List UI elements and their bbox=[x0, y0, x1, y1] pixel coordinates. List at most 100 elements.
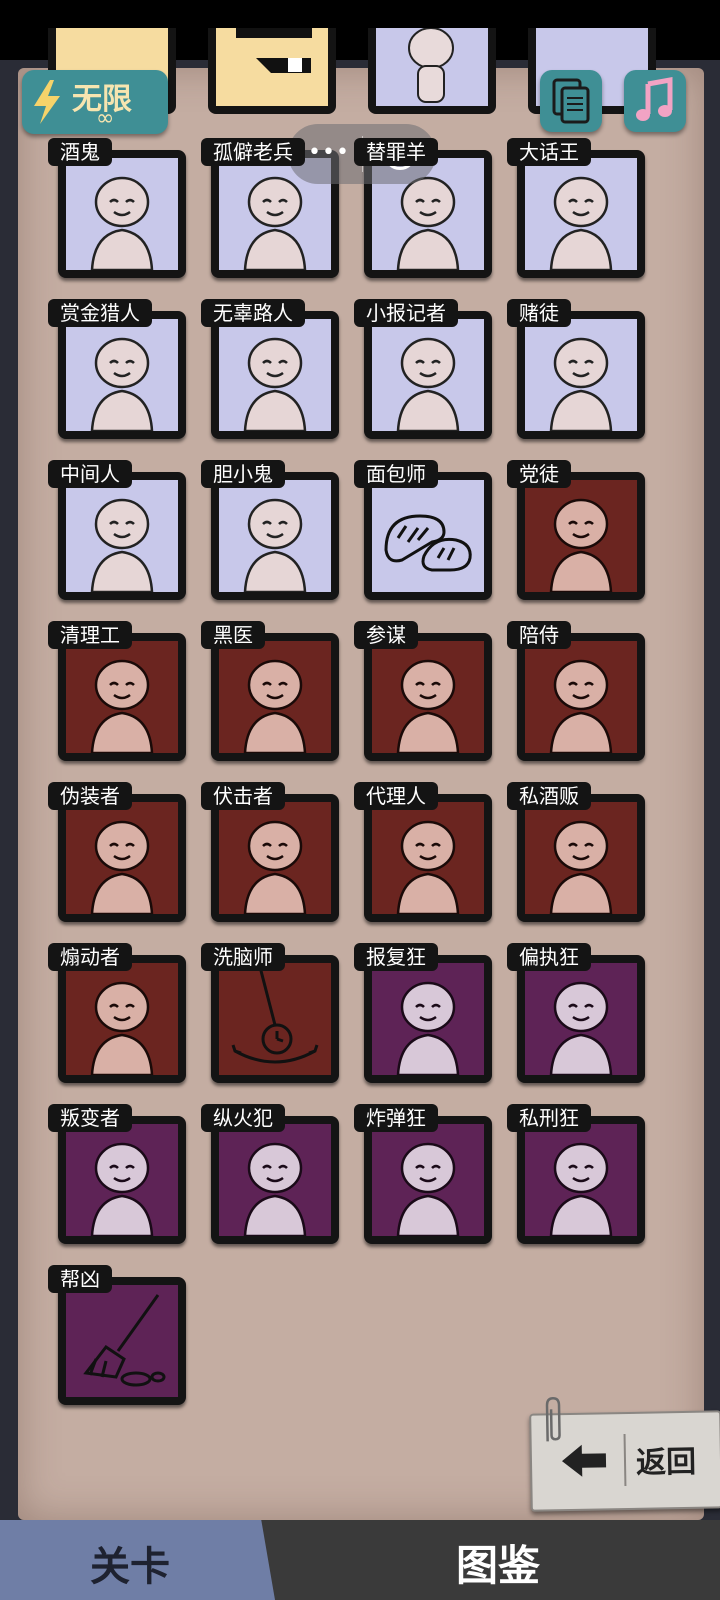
role-name: 无辜路人 bbox=[201, 299, 305, 327]
role-card[interactable]: 洗脑师 bbox=[201, 943, 339, 1089]
role-name: 赌徒 bbox=[507, 299, 571, 327]
role-name: 替罪羊 bbox=[354, 138, 438, 166]
role-card[interactable]: 伪装者 bbox=[48, 782, 186, 928]
role-name: 叛变者 bbox=[48, 1104, 132, 1132]
bystander-art-icon bbox=[219, 319, 331, 431]
figure-icon bbox=[408, 27, 454, 103]
role-name: 洗脑师 bbox=[201, 943, 285, 971]
role-card[interactable]: 中间人 bbox=[48, 460, 186, 606]
tab-levels-label: 关卡 bbox=[90, 1544, 170, 1590]
role-card[interactable]: 报复狂 bbox=[354, 943, 492, 1089]
role-card[interactable]: 私酒贩 bbox=[507, 782, 645, 928]
drunkard-art-icon bbox=[66, 158, 178, 270]
reporter-art-icon bbox=[372, 319, 484, 431]
gambler-art-icon bbox=[525, 319, 637, 431]
back-button[interactable]: 返回 bbox=[529, 1397, 720, 1512]
agent-art-icon bbox=[372, 802, 484, 914]
role-card[interactable]: 纵火犯 bbox=[201, 1104, 339, 1250]
hand-card-icon bbox=[236, 28, 312, 73]
partial-card[interactable] bbox=[368, 27, 496, 114]
role-name: 煽动者 bbox=[48, 943, 132, 971]
notes-button[interactable] bbox=[540, 70, 602, 132]
card-frame bbox=[58, 955, 186, 1083]
escort-art-icon bbox=[525, 641, 637, 753]
role-name: 私刑狂 bbox=[507, 1104, 591, 1132]
black-doctor-art-icon bbox=[219, 641, 331, 753]
paperclip-icon bbox=[545, 1397, 561, 1442]
role-name: 胆小鬼 bbox=[201, 460, 285, 488]
bounty-hunter-art-icon bbox=[66, 319, 178, 431]
card-frame bbox=[364, 1116, 492, 1244]
bootlegger-art-icon bbox=[525, 802, 637, 914]
role-name: 伪装者 bbox=[48, 782, 132, 810]
role-card[interactable]: 黑医 bbox=[201, 621, 339, 767]
music-button[interactable] bbox=[624, 70, 686, 132]
role-card[interactable]: 陪侍 bbox=[507, 621, 645, 767]
boaster-art-icon bbox=[525, 158, 637, 270]
role-card[interactable]: 赏金猎人 bbox=[48, 299, 186, 445]
role-card[interactable]: 参谋 bbox=[354, 621, 492, 767]
role-name: 参谋 bbox=[354, 621, 418, 649]
role-name: 孤僻老兵 bbox=[201, 138, 305, 166]
role-name: 党徒 bbox=[507, 460, 571, 488]
card-frame bbox=[211, 472, 339, 600]
role-card[interactable]: 赌徒 bbox=[507, 299, 645, 445]
back-label: 返回 bbox=[635, 1444, 697, 1481]
role-card[interactable]: 私刑狂 bbox=[507, 1104, 645, 1250]
music-note-icon bbox=[636, 77, 673, 121]
disguiser-art-icon bbox=[66, 802, 178, 914]
role-name: 陪侍 bbox=[507, 621, 571, 649]
coward-art-icon bbox=[219, 480, 331, 592]
role-name: 报复狂 bbox=[354, 943, 438, 971]
cleaner-art-icon bbox=[66, 641, 178, 753]
card-frame bbox=[211, 794, 339, 922]
more-icon[interactable]: ••• bbox=[308, 140, 350, 165]
card-frame bbox=[517, 955, 645, 1083]
role-card[interactable]: 偏执狂 bbox=[507, 943, 645, 1089]
card-frame bbox=[517, 311, 645, 439]
role-name: 清理工 bbox=[48, 621, 132, 649]
role-name: 伏击者 bbox=[201, 782, 285, 810]
gangster-art-icon bbox=[525, 480, 637, 592]
role-card[interactable]: 煽动者 bbox=[48, 943, 186, 1089]
role-card[interactable]: 炸弹狂 bbox=[354, 1104, 492, 1250]
role-card[interactable]: 帮凶 bbox=[48, 1265, 186, 1411]
role-card[interactable]: 叛变者 bbox=[48, 1104, 186, 1250]
role-name: 代理人 bbox=[354, 782, 438, 810]
role-card[interactable]: 代理人 bbox=[354, 782, 492, 928]
card-frame bbox=[517, 794, 645, 922]
role-card[interactable]: 大话王 bbox=[507, 138, 645, 284]
card-frame bbox=[364, 794, 492, 922]
tab-levels[interactable]: 关卡 bbox=[0, 1520, 275, 1600]
role-card[interactable]: 酒鬼 bbox=[48, 138, 186, 284]
role-card[interactable]: 无辜路人 bbox=[201, 299, 339, 445]
baker-art-icon bbox=[372, 480, 484, 592]
role-name: 纵火犯 bbox=[201, 1104, 285, 1132]
card-frame bbox=[517, 1116, 645, 1244]
role-name: 黑医 bbox=[201, 621, 265, 649]
card-frame bbox=[58, 633, 186, 761]
card-frame bbox=[58, 150, 186, 278]
partial-card[interactable] bbox=[208, 28, 336, 114]
role-card[interactable]: 胆小鬼 bbox=[201, 460, 339, 606]
card-frame bbox=[58, 311, 186, 439]
avenger-art-icon bbox=[372, 963, 484, 1075]
middleman-art-icon bbox=[66, 480, 178, 592]
role-name: 偏执狂 bbox=[507, 943, 591, 971]
card-frame bbox=[517, 633, 645, 761]
lightning-icon bbox=[34, 80, 60, 124]
role-name: 帮凶 bbox=[48, 1265, 112, 1293]
paranoiac-art-icon bbox=[525, 963, 637, 1075]
role-card[interactable]: 伏击者 bbox=[201, 782, 339, 928]
card-frame bbox=[211, 633, 339, 761]
role-card[interactable]: 小报记者 bbox=[354, 299, 492, 445]
role-card[interactable]: 党徒 bbox=[507, 460, 645, 606]
card-frame bbox=[364, 311, 492, 439]
role-card[interactable]: 面包师 bbox=[354, 460, 492, 606]
traitor-art-icon bbox=[66, 1124, 178, 1236]
energy-badge[interactable]: 无限 ∞ bbox=[22, 70, 168, 134]
energy-value: ∞ bbox=[96, 106, 115, 131]
role-card[interactable]: 清理工 bbox=[48, 621, 186, 767]
lyncher-art-icon bbox=[525, 1124, 637, 1236]
role-name: 赏金猎人 bbox=[48, 299, 152, 327]
